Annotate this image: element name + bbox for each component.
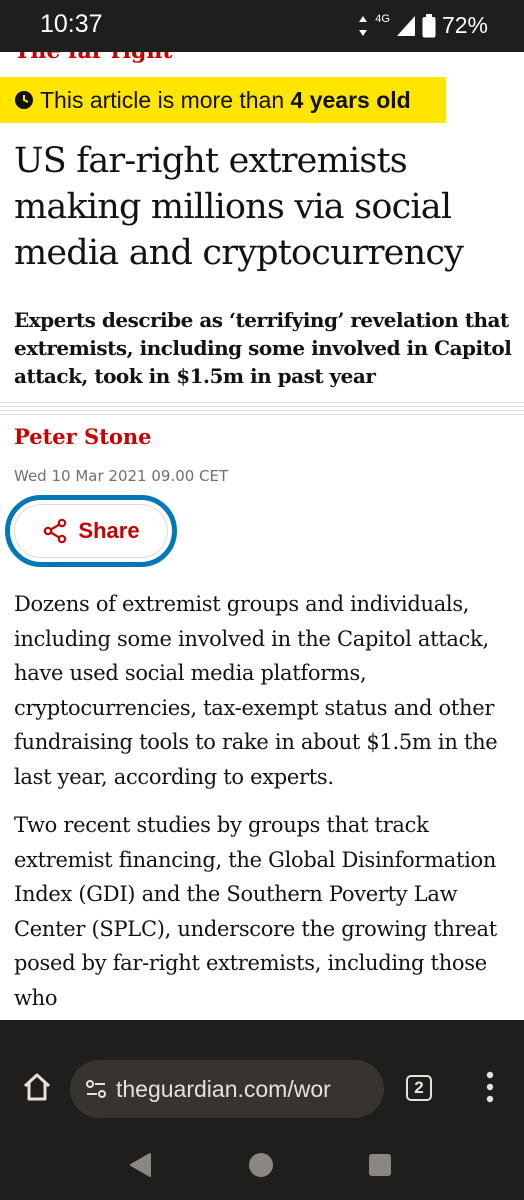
share-icon bbox=[44, 518, 67, 544]
clock-icon bbox=[15, 91, 33, 109]
publish-date: Wed 10 Mar 2021 09.00 CET bbox=[14, 467, 229, 485]
age-notice-bold: 4 years old bbox=[290, 86, 411, 113]
article-body: Dozens of extremist groups and individua… bbox=[14, 587, 514, 1020]
article-page: The far right This article is more than … bbox=[0, 52, 524, 1020]
article-standfirst: Experts describe as ‘terrifying’ revelat… bbox=[14, 308, 512, 388]
battery-percent: 72% bbox=[441, 12, 488, 38]
home-nav-icon[interactable] bbox=[248, 1152, 274, 1178]
battery-icon bbox=[422, 13, 436, 37]
divider-lines bbox=[0, 402, 524, 418]
body-paragraph: Dozens of extremist groups and individua… bbox=[14, 592, 498, 789]
home-icon[interactable] bbox=[22, 1072, 52, 1102]
address-bar[interactable]: theguardian.com/wor bbox=[70, 1060, 384, 1118]
system-nav-bar bbox=[0, 1124, 524, 1200]
data-arrows-icon bbox=[359, 15, 368, 36]
status-indicators: 4G 72% bbox=[357, 12, 488, 39]
back-icon[interactable] bbox=[128, 1152, 154, 1178]
more-menu-icon[interactable] bbox=[480, 1070, 500, 1104]
site-settings-icon[interactable] bbox=[84, 1077, 108, 1101]
share-label: Share bbox=[78, 518, 140, 543]
article-headline: US far-right extremists making millions … bbox=[14, 141, 464, 273]
url-text: theguardian.com/wor bbox=[116, 1075, 331, 1102]
author-byline[interactable]: Peter Stone bbox=[14, 424, 152, 449]
tabs-button[interactable]: 2 bbox=[406, 1075, 432, 1101]
status-time: 10:37 bbox=[40, 10, 103, 38]
network-type-label: 4G bbox=[375, 12, 390, 25]
age-notice-banner: This article is more than 4 years old bbox=[0, 77, 446, 123]
share-button[interactable]: Share bbox=[14, 504, 168, 558]
recents-icon[interactable] bbox=[368, 1153, 392, 1177]
body-paragraph: Two recent studies by groups that track … bbox=[14, 813, 497, 1010]
browser-toolbar: theguardian.com/wor 2 bbox=[0, 1020, 524, 1124]
signal-icon bbox=[396, 15, 415, 36]
section-kicker[interactable]: The far right bbox=[14, 52, 172, 64]
age-notice-text: This article is more than bbox=[40, 86, 291, 113]
status-bar: 10:37 4G 72% bbox=[0, 0, 524, 52]
